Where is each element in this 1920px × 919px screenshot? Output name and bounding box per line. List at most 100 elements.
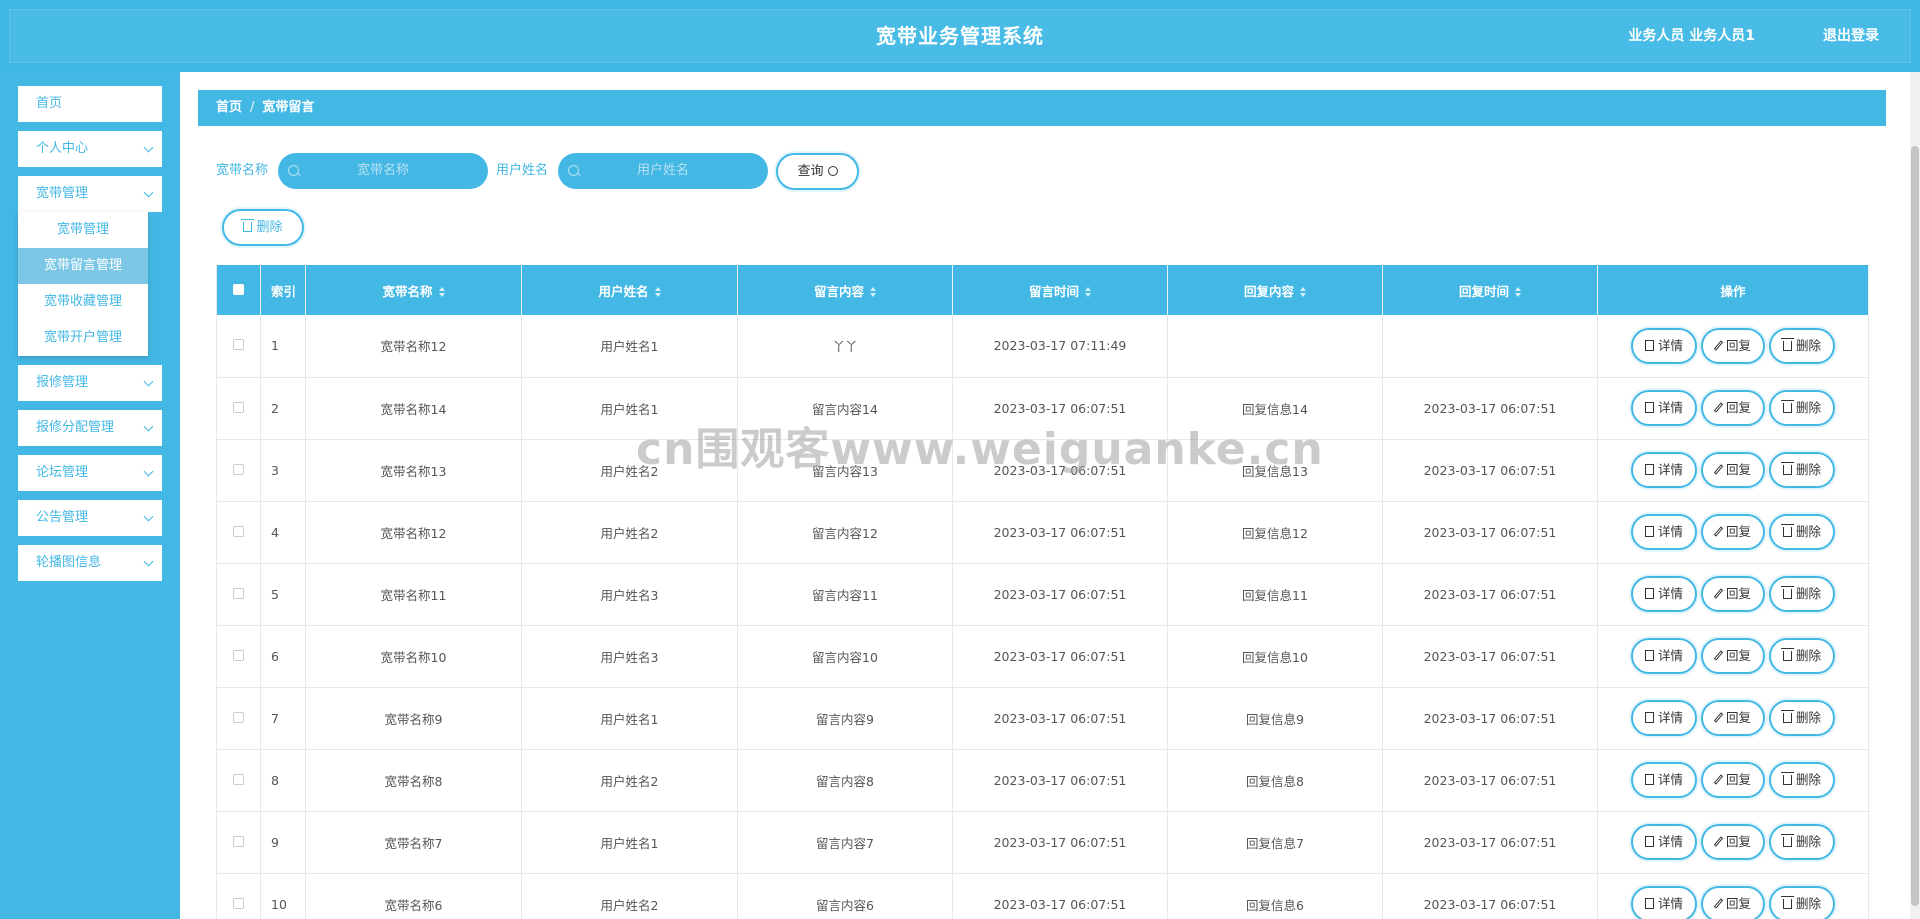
delete-button[interactable]: 删除 xyxy=(1769,327,1836,364)
table-row[interactable]: 5 宽带名称11 用户姓名3 留言内容11 2023-03-17 06:07:51 回复信… xyxy=(216,563,1869,626)
row-checkbox[interactable] xyxy=(233,587,244,599)
column-header-user-name[interactable]: 用户姓名 xyxy=(521,265,738,315)
detail-label: 详情 xyxy=(1657,772,1683,787)
row-select-cell[interactable] xyxy=(216,439,261,502)
detail-button[interactable]: 详情 xyxy=(1630,390,1697,426)
sort-icon[interactable] xyxy=(1085,286,1091,297)
breadcrumb-home[interactable]: 首页 xyxy=(216,100,242,115)
user-name-input[interactable]: 用户姓名 xyxy=(558,153,768,189)
delete-button[interactable]: 删除 xyxy=(1769,700,1836,736)
table-row[interactable]: 10 宽带名称6 用户姓名2 留言内容6 2023-03-17 06:07:51 回复信息… xyxy=(216,873,1869,919)
table-row[interactable]: 8 宽带名称8 用户姓名2 留言内容8 2023-03-17 06:07:51 回复信息8… xyxy=(216,749,1869,812)
submenu-item-broadband-messages[interactable]: 宽带留言管理 xyxy=(18,248,148,284)
sort-icon[interactable] xyxy=(1515,286,1521,297)
table-row[interactable]: 9 宽带名称7 用户姓名1 留言内容7 2023-03-17 06:07:51 回复信息7… xyxy=(216,811,1869,874)
sidebar-item-home[interactable]: 首页 xyxy=(18,86,162,122)
reply-button[interactable]: 回复 xyxy=(1700,514,1765,550)
delete-button[interactable]: 删除 xyxy=(1769,638,1836,674)
row-select-cell[interactable] xyxy=(216,625,261,688)
sort-icon[interactable] xyxy=(870,286,876,297)
table-row[interactable]: 4 宽带名称12 用户姓名2 留言内容12 2023-03-17 06:07:51 回复信… xyxy=(216,501,1869,564)
table-row[interactable]: 6 宽带名称10 用户姓名3 留言内容10 2023-03-17 06:07:51 回复信… xyxy=(216,625,1869,688)
detail-button[interactable]: 详情 xyxy=(1630,576,1697,612)
row-select-cell[interactable] xyxy=(216,377,261,440)
delete-button[interactable]: 删除 xyxy=(1769,762,1836,798)
sort-icon[interactable] xyxy=(1300,286,1306,297)
reply-button[interactable]: 回复 xyxy=(1700,452,1765,488)
column-header-reply-content[interactable]: 回复内容 xyxy=(1167,265,1383,315)
scrollbar-thumb[interactable] xyxy=(1911,146,1919,906)
row-checkbox[interactable] xyxy=(233,711,244,723)
reply-button[interactable]: 回复 xyxy=(1700,638,1765,674)
page-scrollbar[interactable] xyxy=(1910,72,1920,919)
sort-icon[interactable] xyxy=(438,286,445,297)
sidebar-item-notice[interactable]: 公告管理 xyxy=(18,500,162,536)
detail-button[interactable]: 详情 xyxy=(1630,824,1697,860)
broadband-name-input[interactable]: 宽带名称 xyxy=(278,153,488,189)
reply-button[interactable]: 回复 xyxy=(1700,390,1765,426)
column-header-broadband-name[interactable]: 宽带名称 xyxy=(305,265,522,315)
row-checkbox[interactable] xyxy=(233,649,244,661)
detail-button[interactable]: 详情 xyxy=(1630,514,1697,550)
table-row[interactable]: 7 宽带名称9 用户姓名1 留言内容9 2023-03-17 06:07:51 回复信息9… xyxy=(216,687,1869,750)
sidebar-item-forum[interactable]: 论坛管理 xyxy=(18,455,162,491)
detail-button[interactable]: 详情 xyxy=(1630,700,1697,736)
delete-button[interactable]: 删除 xyxy=(1769,514,1836,550)
submenu-item-broadband[interactable]: 宽带管理 xyxy=(18,212,148,248)
column-header-reply-time[interactable]: 回复时间 xyxy=(1382,265,1598,315)
row-select-cell[interactable] xyxy=(216,563,261,626)
row-checkbox[interactable] xyxy=(233,835,244,847)
reply-button[interactable]: 回复 xyxy=(1700,824,1765,860)
reply-label: 回复 xyxy=(1725,400,1751,415)
row-checkbox[interactable] xyxy=(233,897,244,909)
row-checkbox[interactable] xyxy=(233,463,244,475)
row-select-cell[interactable] xyxy=(216,749,261,812)
sidebar-item-personal-center[interactable]: 个人中心 xyxy=(18,131,162,167)
reply-button[interactable]: 回复 xyxy=(1700,762,1765,798)
row-checkbox[interactable] xyxy=(233,525,244,537)
sidebar-item-repair[interactable]: 报修管理 xyxy=(18,365,162,401)
row-checkbox[interactable] xyxy=(233,339,244,351)
detail-button[interactable]: 详情 xyxy=(1630,638,1697,674)
query-button[interactable]: 查询 xyxy=(776,153,859,190)
delete-button[interactable]: 删除 xyxy=(1769,390,1836,426)
row-select-cell[interactable] xyxy=(216,315,261,378)
broadband-name-cell: 宽带名称11 xyxy=(305,563,522,626)
user-name-cell: 用户姓名2 xyxy=(521,873,738,919)
delete-button[interactable]: 删除 xyxy=(1769,824,1836,860)
reply-button[interactable]: 回复 xyxy=(1700,576,1765,612)
select-all-checkbox[interactable] xyxy=(233,283,244,295)
submenu-item-broadband-opening[interactable]: 宽带开户管理 xyxy=(18,320,148,356)
detail-button[interactable]: 详情 xyxy=(1630,452,1697,488)
edit-icon xyxy=(1713,650,1724,661)
reply-button[interactable]: 回复 xyxy=(1700,886,1765,919)
logout-link[interactable]: 退出登录 xyxy=(1823,9,1879,63)
row-select-cell[interactable] xyxy=(216,811,261,874)
select-all-cell[interactable] xyxy=(216,265,261,315)
submenu-item-broadband-favorites[interactable]: 宽带收藏管理 xyxy=(18,284,148,320)
reply-button[interactable]: 回复 xyxy=(1700,700,1765,736)
delete-button[interactable]: 删除 xyxy=(1769,576,1836,612)
row-select-cell[interactable] xyxy=(216,687,261,750)
column-header-message-time[interactable]: 留言时间 xyxy=(952,265,1168,315)
delete-button[interactable]: 删除 xyxy=(1769,452,1836,488)
detail-button[interactable]: 详情 xyxy=(1630,762,1697,798)
column-header-message-content[interactable]: 留言内容 xyxy=(737,265,953,315)
user-name-cell: 用户姓名1 xyxy=(521,811,738,874)
row-checkbox[interactable] xyxy=(233,401,244,413)
detail-button[interactable]: 详情 xyxy=(1630,886,1697,919)
sidebar-item-repair-assign[interactable]: 报修分配管理 xyxy=(18,410,162,446)
row-select-cell[interactable] xyxy=(216,501,261,564)
row-select-cell[interactable] xyxy=(216,873,261,919)
trash-icon xyxy=(1781,337,1794,351)
table-row[interactable]: 1 宽带名称12 用户姓名1 丫丫 2023-03-17 07:11:49 详情 回复 删除 xyxy=(216,315,1869,378)
bulk-delete-button[interactable]: 删除 xyxy=(222,209,304,246)
detail-button[interactable]: 详情 xyxy=(1630,327,1697,364)
row-checkbox[interactable] xyxy=(233,773,244,785)
reply-button[interactable]: 回复 xyxy=(1700,327,1765,364)
sidebar-item-broadband[interactable]: 宽带管理 xyxy=(18,176,162,212)
sort-icon[interactable] xyxy=(654,286,661,297)
index-cell: 5 xyxy=(260,563,306,626)
delete-button[interactable]: 删除 xyxy=(1769,886,1836,919)
sidebar-item-carousel[interactable]: 轮播图信息 xyxy=(18,545,162,581)
